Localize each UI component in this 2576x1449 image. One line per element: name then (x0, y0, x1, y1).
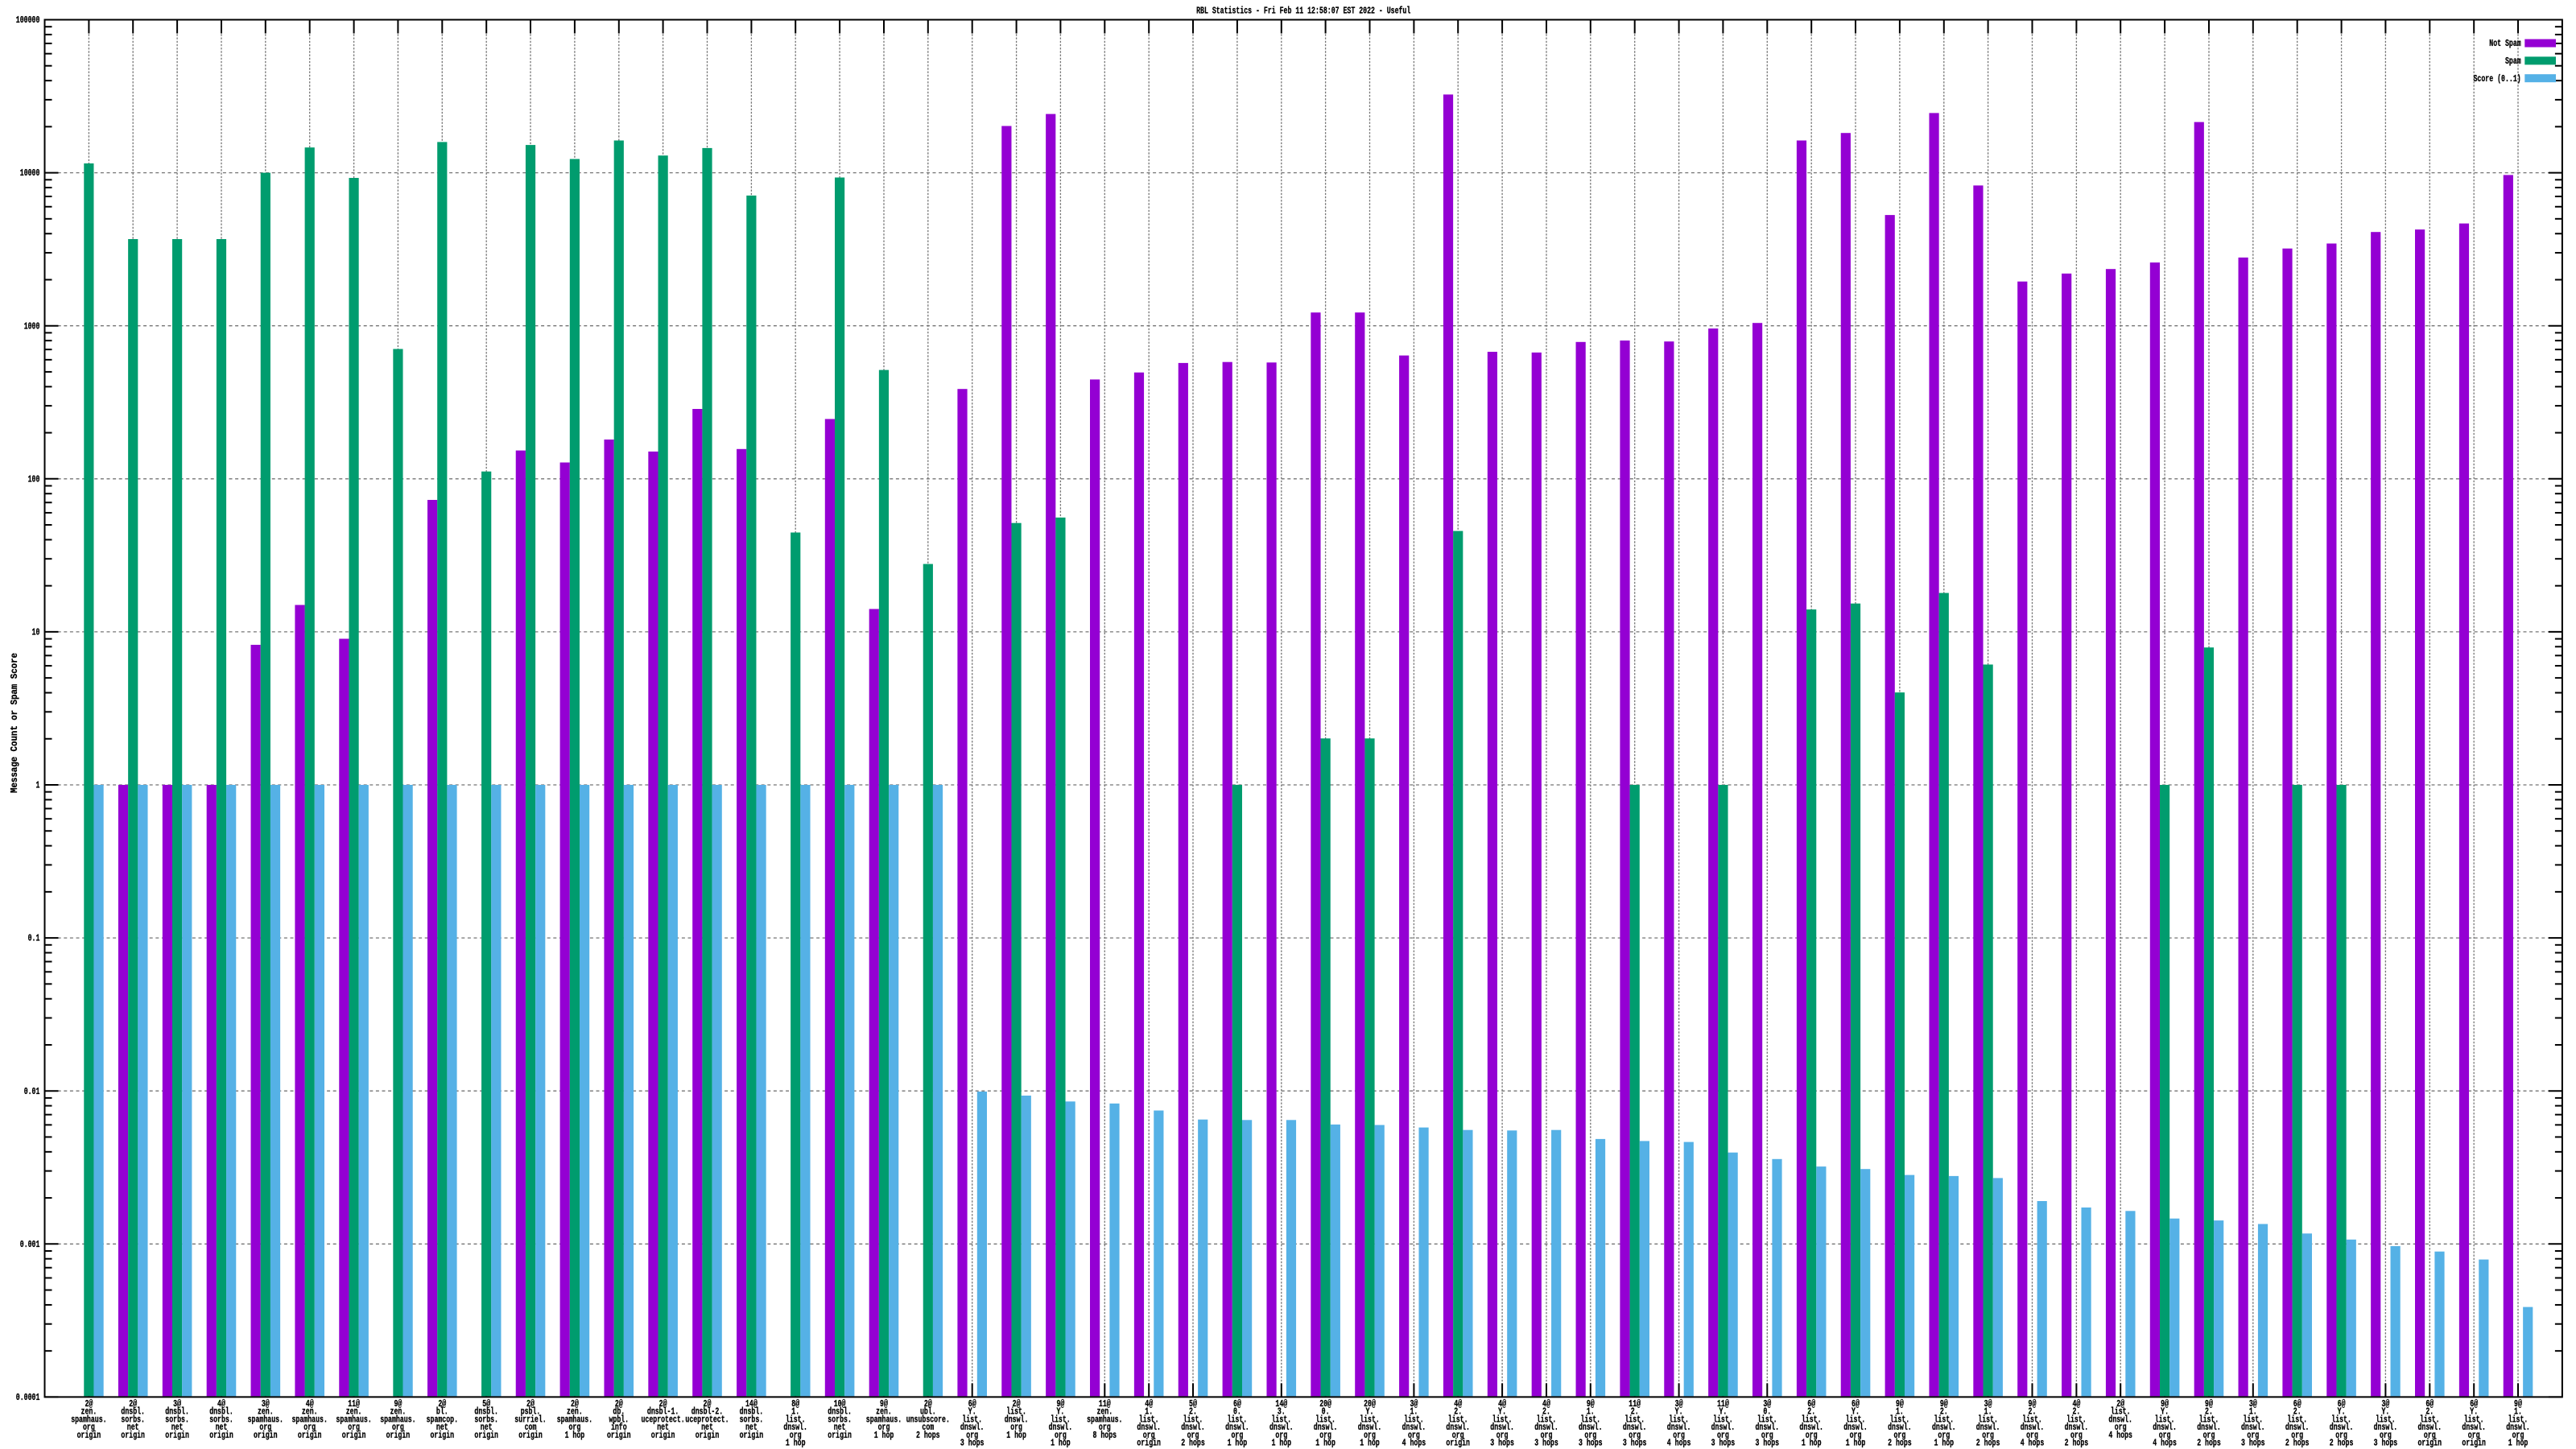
svg-text:origin: origin (1446, 1439, 1470, 1449)
svg-text:origin: origin (518, 1430, 543, 1441)
svg-text:origin: origin (696, 1430, 720, 1441)
svg-text:1 hop: 1 hop (1272, 1439, 1292, 1449)
svg-text:RBL Statistics - Fri Feb 11 12: RBL Statistics - Fri Feb 11 12:58:07 EST… (1196, 6, 1410, 17)
svg-text:Message Count or Spam Score: Message Count or Spam Score (10, 653, 20, 793)
svg-text:3 hops: 3 hops (1711, 1439, 1736, 1449)
svg-text:origin: origin (651, 1430, 675, 1441)
svg-text:0.001: 0.001 (20, 1240, 40, 1250)
svg-text:1 hop: 1 hop (1006, 1430, 1026, 1441)
svg-text:origin: origin (474, 1430, 498, 1441)
svg-text:origin: origin (1137, 1439, 1161, 1449)
svg-text:3 hops: 3 hops (2241, 1439, 2265, 1449)
svg-text:origin: origin (165, 1430, 189, 1441)
svg-text:1 hop: 1 hop (1934, 1439, 1955, 1449)
svg-text:4 hops: 4 hops (2021, 1439, 2045, 1449)
svg-text:1 hop: 1 hop (565, 1430, 585, 1441)
svg-text:origin: origin (121, 1430, 145, 1441)
svg-text:origin: origin (2418, 1439, 2442, 1449)
svg-text:1 hop: 1 hop (1051, 1439, 1071, 1449)
svg-text:100000: 100000 (16, 15, 40, 26)
svg-text:2 hops: 2 hops (1976, 1439, 2000, 1449)
svg-text:2 hops: 2 hops (2197, 1439, 2221, 1449)
svg-text:origin: origin (77, 1430, 101, 1441)
svg-text:origin: origin (740, 1430, 764, 1441)
svg-text:origin: origin (298, 1430, 322, 1441)
svg-text:Score (0..1): Score (0..1) (2474, 74, 2521, 85)
svg-text:4 hops: 4 hops (1402, 1439, 1426, 1449)
svg-text:origin: origin (828, 1430, 852, 1441)
svg-text:4 hops: 4 hops (1667, 1439, 1691, 1449)
svg-text:1 hop: 1 hop (1360, 1439, 1380, 1449)
svg-text:origin: origin (209, 1430, 233, 1441)
svg-text:origin: origin (607, 1430, 631, 1441)
svg-text:2 hops: 2 hops (2285, 1439, 2310, 1449)
svg-text:10000: 10000 (20, 168, 40, 179)
svg-text:1: 1 (36, 781, 40, 791)
svg-text:8 hops: 8 hops (1093, 1430, 1117, 1441)
svg-text:2 hops: 2 hops (916, 1430, 940, 1441)
svg-text:3 hops: 3 hops (1756, 1439, 1780, 1449)
svg-text:100: 100 (28, 474, 40, 485)
svg-text:1 hop: 1 hop (2508, 1439, 2529, 1449)
svg-text:1 hop: 1 hop (1846, 1439, 1866, 1449)
svg-text:2 hops: 2 hops (1888, 1439, 1912, 1449)
svg-text:1 hop: 1 hop (874, 1430, 894, 1441)
svg-text:origin: origin (2462, 1439, 2486, 1449)
svg-text:1 hop: 1 hop (1228, 1439, 1248, 1449)
svg-text:1000: 1000 (24, 321, 40, 332)
svg-text:2 hops: 2 hops (2330, 1439, 2354, 1449)
svg-text:0.1: 0.1 (28, 934, 40, 944)
svg-text:3 hops: 3 hops (1534, 1439, 1558, 1449)
svg-text:3 hops: 3 hops (1623, 1439, 1647, 1449)
svg-text:3 hops: 3 hops (960, 1439, 985, 1449)
svg-text:4 hops: 4 hops (2153, 1439, 2177, 1449)
svg-text:1 hop: 1 hop (1315, 1439, 1335, 1449)
svg-text:4 hops: 4 hops (2108, 1430, 2132, 1441)
svg-text:10: 10 (32, 628, 40, 638)
svg-text:origin: origin (342, 1430, 366, 1441)
svg-text:2 hops: 2 hops (1181, 1439, 1205, 1449)
svg-text:origin: origin (386, 1430, 411, 1441)
svg-text:origin: origin (431, 1430, 455, 1441)
svg-text:1 hop: 1 hop (1802, 1439, 1822, 1449)
svg-text:3 hops: 3 hops (1490, 1439, 1514, 1449)
svg-text:0.01: 0.01 (24, 1087, 40, 1097)
svg-text:3 hops: 3 hops (1579, 1439, 1603, 1449)
svg-text:2 hops: 2 hops (2065, 1439, 2089, 1449)
svg-text:1 hop: 1 hop (786, 1439, 806, 1449)
svg-text:3 hops: 3 hops (2374, 1439, 2398, 1449)
svg-text:0.0001: 0.0001 (16, 1393, 40, 1403)
svg-text:Spam: Spam (2505, 56, 2521, 67)
svg-text:origin: origin (254, 1430, 278, 1441)
svg-text:Not Spam: Not Spam (2489, 39, 2520, 49)
